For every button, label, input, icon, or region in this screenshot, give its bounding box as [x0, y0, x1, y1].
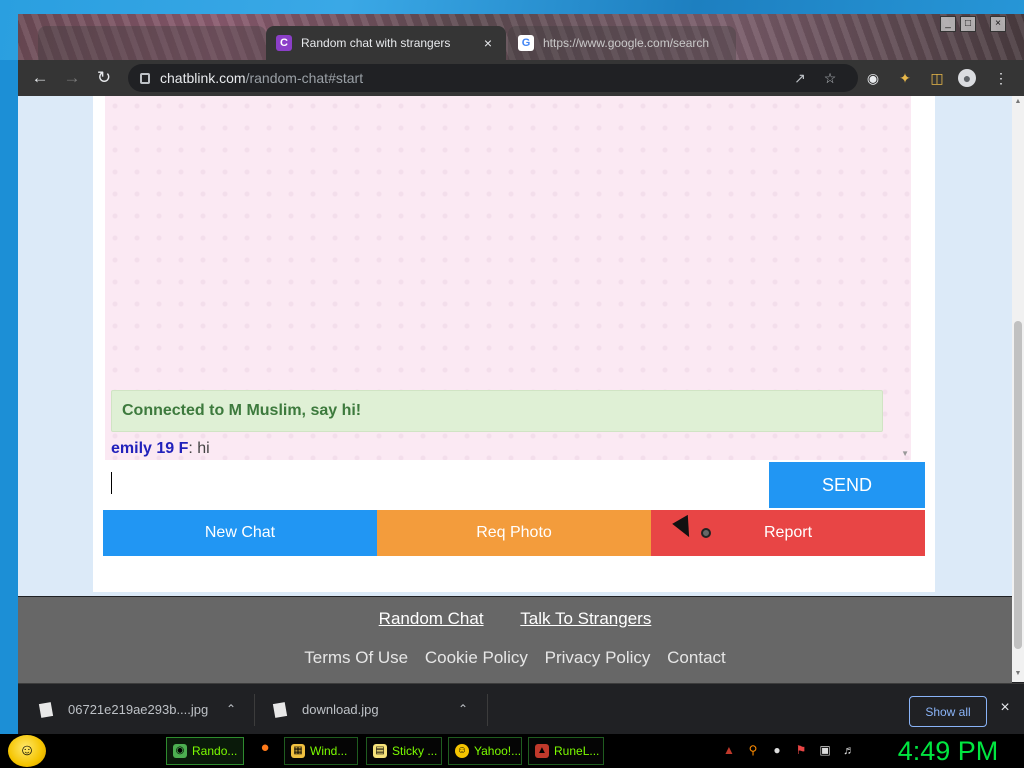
desktop-edge [0, 60, 18, 740]
url-path: /random-chat#start [245, 70, 364, 86]
image-file-icon [38, 701, 54, 718]
runelite-tray-icon[interactable]: ▲ [722, 743, 736, 757]
address-bar[interactable]: chatblink.com/random-chat#start ↗ ☆ [128, 64, 858, 92]
bookmark-star-icon[interactable]: ☆ [822, 70, 838, 86]
taskbar-item-windows[interactable]: ▦ Wind... [284, 737, 358, 765]
download-item[interactable]: 06721e219ae293b....jpg [38, 684, 209, 735]
taskbar-label: Wind... [310, 744, 348, 758]
extensions-puzzle-icon[interactable]: ✦ [896, 69, 914, 87]
message-separator: : [188, 440, 198, 457]
image-file-icon [272, 701, 288, 718]
chat-log[interactable]: Connected to M Muslim, say hi! emily 19 … [105, 96, 911, 460]
footer-link-cookie-policy[interactable]: Cookie Policy [425, 648, 528, 667]
taskbar-item-yahoo[interactable]: ☺ Yahoo!... [448, 737, 522, 765]
text-caret [111, 472, 112, 494]
footer-primary-links: Random Chat Talk To Strangers [18, 609, 1012, 629]
message-input[interactable] [103, 460, 769, 508]
tab-google-search[interactable]: G https://www.google.com/search [508, 26, 736, 60]
taskbar-item-runelite[interactable]: ▲ RuneL... [528, 737, 604, 765]
download-item[interactable]: download.jpg [272, 684, 379, 735]
download-filename: 06721e219ae293b....jpg [68, 702, 209, 717]
close-tab-icon[interactable]: × [480, 35, 496, 51]
footer-nav: Terms Of Use Cookie Policy Privacy Polic… [18, 648, 1012, 668]
taskbar-label: RuneL... [554, 744, 600, 758]
scroll-down-icon[interactable]: ▼ [1014, 670, 1022, 677]
firefox-icon[interactable]: ● [258, 740, 272, 755]
taskbar-label: Sticky ... [392, 744, 438, 758]
scroll-thumb[interactable] [1014, 321, 1022, 649]
folder-icon: ▦ [291, 744, 305, 758]
taskbar-clock[interactable]: 4:49 PM [884, 734, 1012, 768]
maximize-button[interactable]: □ [960, 16, 976, 32]
network-tray-icon[interactable]: ▣ [818, 743, 832, 757]
runelite-icon: ▲ [535, 744, 549, 758]
chat-message: emily 19 F: hi [111, 440, 210, 458]
footer-link-privacy-policy[interactable]: Privacy Policy [545, 648, 651, 667]
back-arrow-icon[interactable]: ← [30, 68, 50, 88]
show-all-button[interactable]: Show all [909, 696, 987, 727]
volume-icon[interactable]: ♬ [842, 743, 856, 757]
chat-card: Connected to M Muslim, say hi! emily 19 … [93, 96, 935, 592]
chatblink-favicon-icon: C [276, 35, 292, 51]
taskbar: ☺ ◉ Rando... ● ▦ Wind... ▤ Sticky ... ☺ … [0, 734, 1024, 768]
page-scrollbar[interactable]: ▲ ▼ [1012, 96, 1024, 682]
req-photo-button[interactable]: Req Photo [377, 510, 651, 556]
tab-random-chat[interactable]: C Random chat with strangers × [266, 26, 506, 60]
footer-link-terms[interactable]: Terms Of Use [304, 648, 408, 667]
url-host: chatblink.com [160, 70, 246, 86]
search-icon[interactable]: ⚲ [746, 743, 760, 757]
reload-icon[interactable]: ↻ [94, 68, 114, 88]
chevron-up-icon[interactable]: ⌃ [458, 702, 468, 716]
browser-toolbar: ← → ↻ chatblink.com/random-chat#start ↗ … [18, 60, 1024, 96]
taskbar-label: Yahoo!... [474, 744, 522, 758]
browser-window: C Random chat with strangers × G https:/… [18, 14, 1024, 734]
site-footer: Random Chat Talk To Strangers Terms Of U… [18, 597, 1012, 683]
divider [254, 694, 255, 726]
page-viewport: Connected to M Muslim, say hi! emily 19 … [18, 96, 1012, 596]
close-icon[interactable]: × [997, 700, 1013, 716]
message-sender: emily 19 F [111, 440, 189, 457]
menu-kebab-icon[interactable]: ⋮ [992, 69, 1010, 87]
download-filename: download.jpg [302, 702, 379, 717]
chevron-up-icon[interactable]: ⌃ [226, 702, 236, 716]
forward-arrow-icon[interactable]: → [62, 68, 82, 88]
tab-strip: C Random chat with strangers × G https:/… [18, 14, 1024, 60]
profile-avatar-icon[interactable]: ● [958, 69, 976, 87]
yahoo-smiley-icon: ☺ [455, 744, 469, 758]
chat-actions: New Chat Req Photo Report [103, 510, 925, 556]
tab-background-1[interactable] [38, 26, 266, 60]
scroll-up-icon[interactable]: ▲ [1014, 98, 1022, 105]
new-chat-button[interactable]: New Chat [103, 510, 377, 556]
downloads-bar: 06721e219ae293b....jpg ⌃ download.jpg ⌃ … [18, 683, 1024, 734]
send-button[interactable]: SEND [769, 462, 925, 508]
footer-link-talk-to-strangers[interactable]: Talk To Strangers [520, 609, 651, 628]
start-smiley-icon[interactable]: ☺ [8, 735, 46, 767]
side-panel-icon[interactable]: ◫ [928, 69, 946, 87]
extension-flag-icon[interactable]: ◉ [864, 69, 882, 87]
chrome-icon: ◉ [173, 744, 187, 758]
sticky-note-icon: ▤ [373, 744, 387, 758]
footer-link-random-chat[interactable]: Random Chat [379, 609, 484, 628]
minimize-button[interactable]: _ [940, 16, 956, 32]
status-tray-icon[interactable]: ● [770, 743, 784, 757]
chat-scroll-down-icon[interactable]: ▼ [901, 449, 909, 458]
share-icon[interactable]: ↗ [792, 70, 808, 86]
tab-title: https://www.google.com/search [543, 36, 710, 50]
close-window-button[interactable]: × [990, 16, 1006, 32]
system-message: Connected to M Muslim, say hi! [111, 390, 883, 432]
divider [487, 694, 488, 726]
google-favicon-icon: G [518, 35, 534, 51]
flag-tray-icon[interactable]: ⚑ [794, 743, 808, 757]
taskbar-item-chrome[interactable]: ◉ Rando... [166, 737, 244, 765]
taskbar-item-sticky[interactable]: ▤ Sticky ... [366, 737, 442, 765]
lock-icon [140, 72, 150, 84]
tab-title: Random chat with strangers [301, 36, 451, 50]
message-composer: SEND [103, 460, 925, 510]
footer-link-contact[interactable]: Contact [667, 648, 726, 667]
message-text: hi [197, 440, 210, 457]
busy-cursor-icon [701, 528, 711, 538]
taskbar-label: Rando... [192, 744, 238, 758]
